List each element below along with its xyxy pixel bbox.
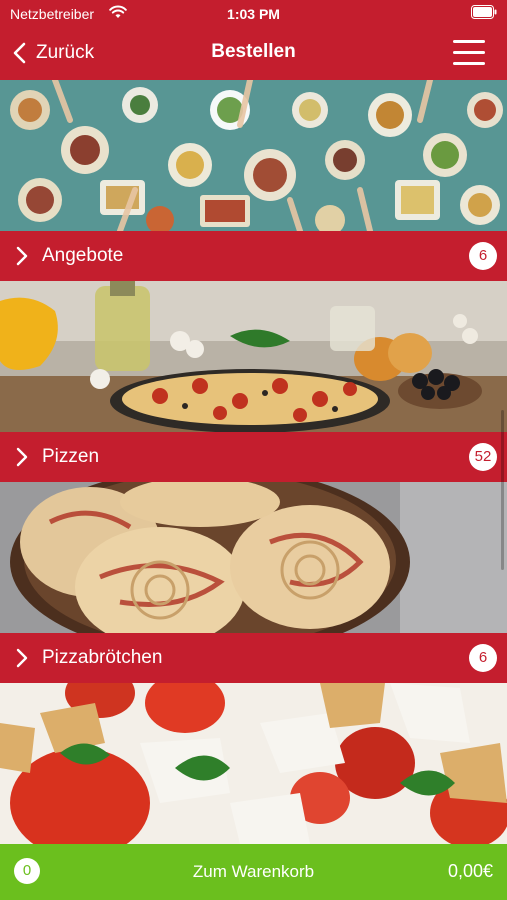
pizzabroetchen-banner-image[interactable]	[0, 482, 507, 633]
category-label: Pizzabrötchen	[42, 647, 163, 668]
category-label: Pizzen	[42, 446, 100, 467]
status-time: 1:03 PM	[227, 6, 280, 22]
cart-total: 0,00€	[447, 861, 493, 881]
cart-bar[interactable]: 0 Zum Warenkorb 0,00€	[0, 844, 507, 900]
cart-button-label: Zum Warenkorb	[192, 862, 315, 881]
category-row-angebote[interactable]: Angebote 6	[0, 231, 507, 281]
back-button[interactable]: Zurück	[12, 38, 94, 68]
category-list: Angebote 6 Pizzen 52 Pizzabrötchen 6	[0, 80, 507, 844]
battery-icon	[471, 5, 497, 19]
hamburger-menu-icon[interactable]	[453, 40, 485, 66]
chevron-right-icon	[16, 447, 28, 467]
count-badge: 52	[469, 443, 497, 471]
salat-banner-image[interactable]	[0, 683, 507, 844]
chevron-left-icon	[13, 42, 26, 64]
count-badge: 6	[469, 644, 497, 672]
app-header: Netzbetreiber 1:03 PM Zurück Bestellen	[0, 0, 507, 80]
back-button-label: Zurück	[36, 42, 95, 63]
angebote-banner-image[interactable]	[0, 80, 507, 231]
category-row-pizzabroetchen[interactable]: Pizzabrötchen 6	[0, 633, 507, 683]
scroll-indicator[interactable]	[501, 410, 504, 570]
category-row-pizzen[interactable]: Pizzen 52	[0, 432, 507, 482]
status-bar: Netzbetreiber 1:03 PM	[0, 0, 507, 28]
chevron-right-icon	[16, 246, 28, 266]
category-label: Angebote	[42, 245, 124, 266]
pizzen-banner-image[interactable]	[0, 281, 507, 432]
chevron-right-icon	[16, 648, 28, 668]
navigation-bar: Zurück Bestellen	[0, 28, 507, 80]
cart-count-badge: 0	[14, 858, 40, 884]
count-badge: 6	[469, 242, 497, 270]
